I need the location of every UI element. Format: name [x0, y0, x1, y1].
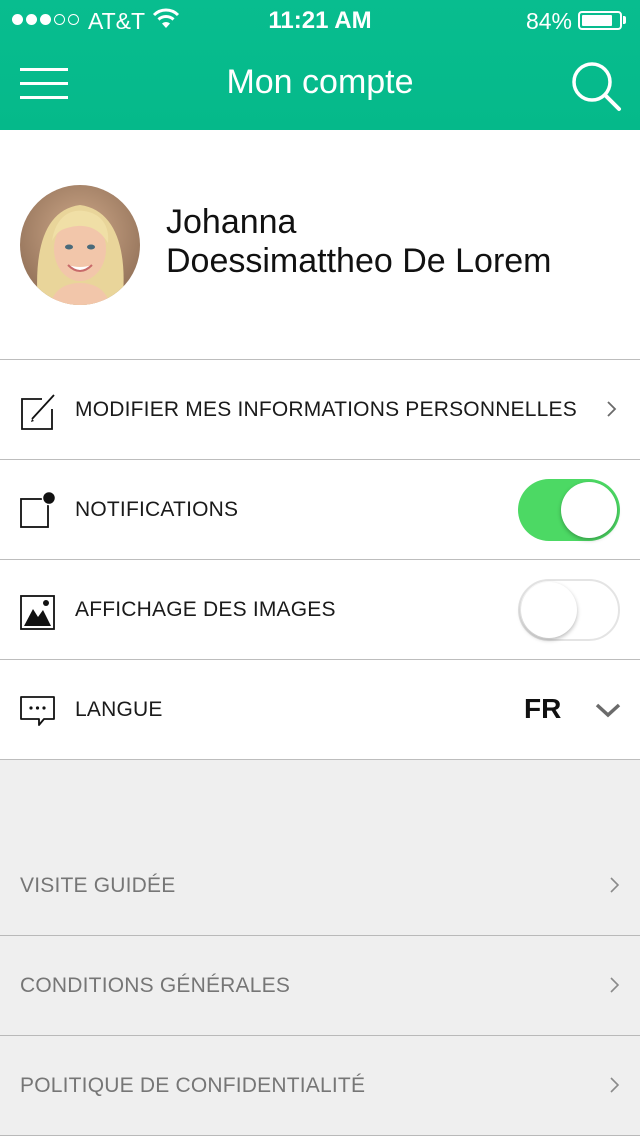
- chevron-right-icon: [610, 977, 620, 993]
- image-icon: [20, 595, 55, 630]
- guided-tour-label: VISITE GUIDÉE: [20, 874, 176, 897]
- language-value[interactable]: FR: [524, 691, 561, 727]
- navigation-bar: Mon compte: [0, 40, 640, 130]
- language-row: LANGUE FR: [0, 660, 640, 760]
- edit-info-label: MODIFIER MES INFORMATIONS PERSONNELLES: [75, 398, 577, 421]
- page-title: Mon compte: [226, 63, 414, 101]
- battery-icon: [578, 11, 622, 30]
- language-label: LANGUE: [75, 698, 163, 721]
- privacy-policy-link[interactable]: POLITIQUE DE CONFIDENTIALITÉ: [0, 1036, 640, 1136]
- search-icon[interactable]: [570, 60, 622, 112]
- chevron-right-icon: [610, 1077, 620, 1093]
- battery-percentage: 84%: [525, 8, 572, 34]
- chevron-down-icon[interactable]: [594, 702, 622, 718]
- notifications-label: NOTIFICATIONS: [75, 498, 239, 521]
- hamburger-menu-icon[interactable]: [20, 68, 68, 100]
- avatar: [20, 185, 140, 305]
- footer-links: VISITE GUIDÉE CONDITIONS GÉNÉRALES POLIT…: [0, 836, 640, 1136]
- user-last-name: Doessimattheo De Lorem: [166, 242, 552, 280]
- user-full-name: Johanna Doessimattheo De Lorem: [166, 203, 626, 281]
- edit-icon: [21, 394, 55, 430]
- toggle-knob: [521, 582, 577, 638]
- terms-label: CONDITIONS GÉNÉRALES: [20, 974, 291, 997]
- battery-tip: [623, 16, 626, 24]
- notifications-toggle[interactable]: [518, 479, 620, 541]
- guided-tour-link[interactable]: VISITE GUIDÉE: [0, 836, 640, 936]
- toggle-knob: [561, 482, 617, 538]
- chat-bubble-icon: [20, 696, 55, 726]
- chevron-right-icon: [607, 401, 617, 417]
- terms-link[interactable]: CONDITIONS GÉNÉRALES: [0, 936, 640, 1036]
- notification-icon: [20, 491, 57, 528]
- chevron-right-icon: [610, 877, 620, 893]
- images-display-label: AFFICHAGE DES IMAGES: [75, 598, 336, 621]
- images-display-row: AFFICHAGE DES IMAGES: [0, 560, 640, 660]
- images-display-toggle[interactable]: [518, 579, 620, 641]
- profile-section: Johanna Doessimattheo De Lorem: [0, 130, 640, 360]
- settings-list: MODIFIER MES INFORMATIONS PERSONNELLES N…: [0, 360, 640, 760]
- edit-info-row[interactable]: MODIFIER MES INFORMATIONS PERSONNELLES: [0, 360, 640, 460]
- notifications-row: NOTIFICATIONS: [0, 460, 640, 560]
- status-bar: AT&T 11:21 AM 84%: [0, 0, 640, 40]
- app-header: AT&T 11:21 AM 84% Mon compte: [0, 0, 640, 130]
- privacy-policy-label: POLITIQUE DE CONFIDENTIALITÉ: [20, 1074, 366, 1097]
- user-first-name: Johanna: [166, 203, 297, 241]
- battery-level-fill: [582, 15, 612, 26]
